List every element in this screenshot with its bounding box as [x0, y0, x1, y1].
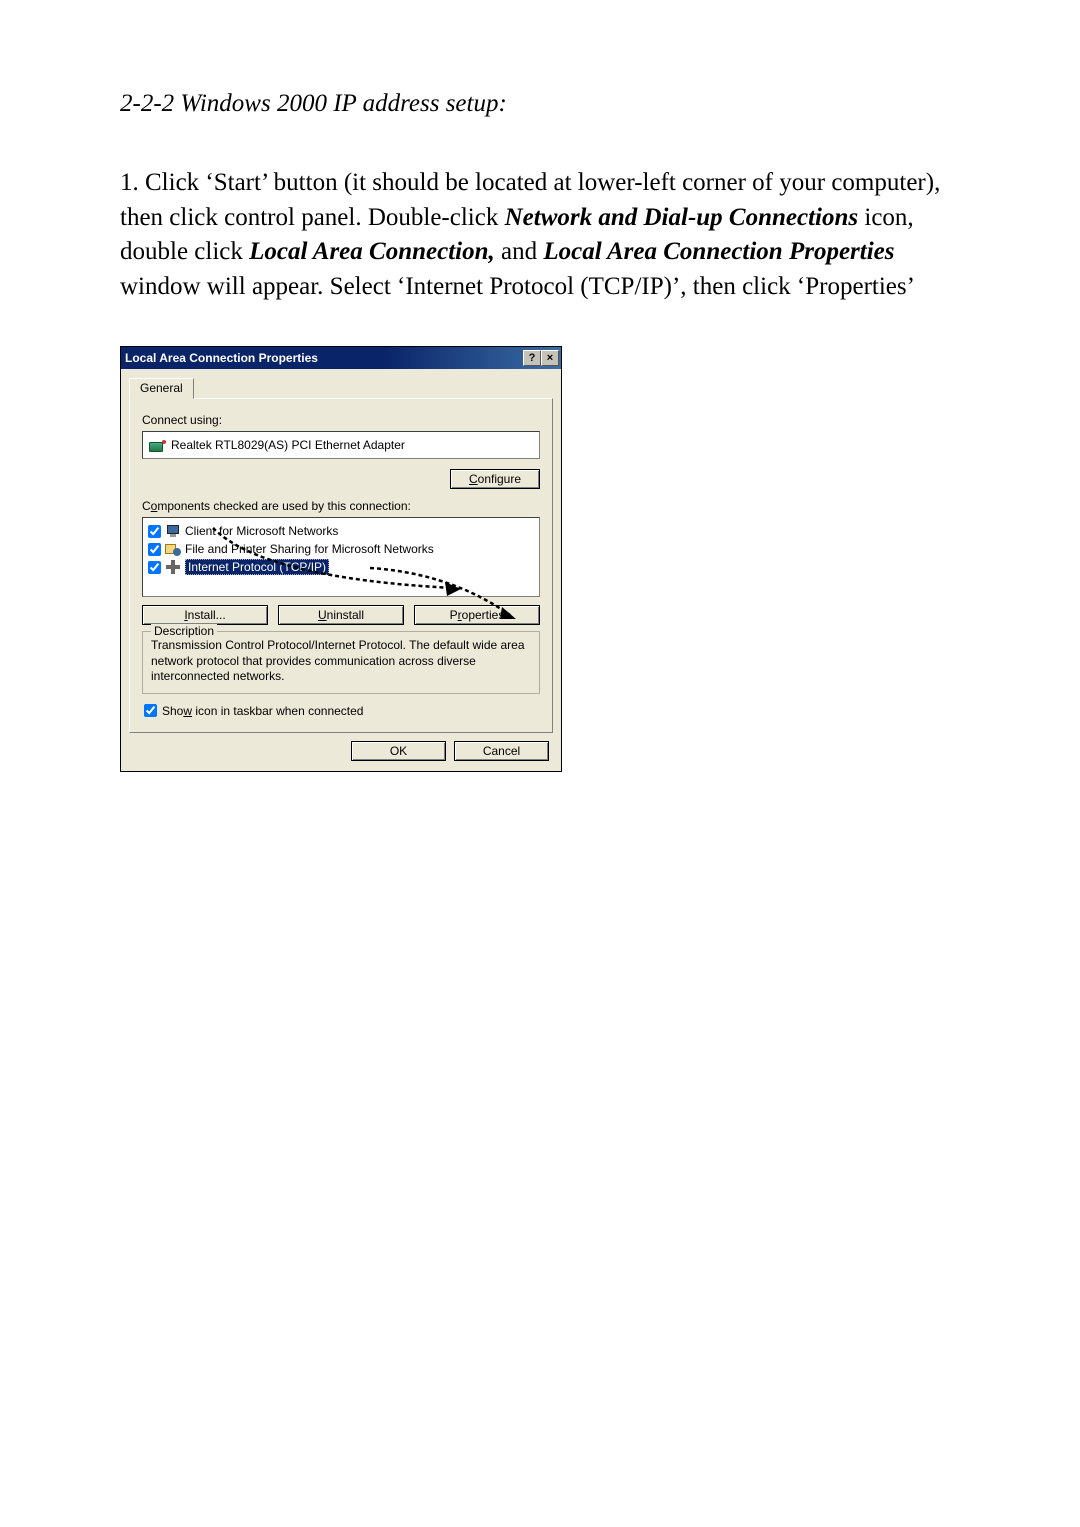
description-legend: Description: [151, 624, 217, 638]
tab-general[interactable]: General: [129, 378, 194, 399]
description-text: Transmission Control Protocol/Internet P…: [151, 638, 531, 685]
instruction-bold-1: Network and Dial-up Connections: [505, 204, 859, 231]
adapter-name: Realtek RTL8029(AS) PCI Ethernet Adapter: [171, 438, 405, 452]
properties-button[interactable]: Properties: [414, 605, 540, 625]
instruction-paragraph: 1. Click ‘Start’ button (it should be lo…: [120, 166, 960, 304]
component-label-fileshare: File and Printer Sharing for Microsoft N…: [185, 542, 434, 556]
instruction-text-4: window will appear. Select ‘Internet Pro…: [120, 273, 915, 300]
connect-using-label: Connect using:: [142, 413, 540, 427]
component-label-tcpip: Internet Protocol (TCP/IP): [185, 559, 329, 575]
titlebar[interactable]: Local Area Connection Properties ? ×: [121, 347, 561, 369]
help-button[interactable]: ?: [523, 350, 541, 366]
ok-button[interactable]: OK: [351, 741, 446, 761]
dialog-window: Local Area Connection Properties ? × Gen…: [120, 346, 562, 772]
monitor-icon: [165, 523, 181, 539]
component-item-tcpip[interactable]: Internet Protocol (TCP/IP): [146, 558, 536, 576]
uninstall-button[interactable]: Uninstall: [278, 605, 404, 625]
install-button[interactable]: Install...: [142, 605, 268, 625]
cancel-button[interactable]: Cancel: [454, 741, 549, 761]
dialog-title: Local Area Connection Properties: [125, 351, 318, 365]
share-icon: [165, 541, 181, 557]
checkbox-tcpip[interactable]: [148, 561, 161, 574]
checkbox-fileshare[interactable]: [148, 543, 161, 556]
description-fieldset: Description Transmission Control Protoco…: [142, 631, 540, 694]
instruction-bold-2: Local Area Connection,: [249, 238, 495, 265]
adapter-field: Realtek RTL8029(AS) PCI Ethernet Adapter: [142, 431, 540, 459]
nic-icon: [149, 438, 165, 452]
checkbox-client[interactable]: [148, 525, 161, 538]
component-label-client: Client for Microsoft Networks: [185, 524, 338, 538]
instruction-bold-3: Local Area Connection Properties: [543, 238, 894, 265]
show-icon-label: Show icon in taskbar when connected: [162, 704, 363, 718]
tab-panel-general: Connect using: Realtek RTL8029(AS) PCI E…: [129, 398, 553, 733]
dialog-body: General Connect using: Realtek RTL8029(A…: [121, 369, 561, 771]
close-button[interactable]: ×: [541, 350, 559, 366]
section-heading: 2-2-2 Windows 2000 IP address setup:: [120, 90, 960, 118]
component-item-client[interactable]: Client for Microsoft Networks: [146, 522, 536, 540]
show-icon-checkbox[interactable]: [144, 704, 157, 717]
component-item-fileshare[interactable]: File and Printer Sharing for Microsoft N…: [146, 540, 536, 558]
components-listbox[interactable]: Client for Microsoft Networks File and P…: [142, 517, 540, 597]
show-icon-row[interactable]: Show icon in taskbar when connected: [144, 704, 540, 718]
network-icon: [165, 559, 181, 575]
instruction-text-3: and: [501, 238, 543, 265]
configure-button[interactable]: CConfigureonfigure: [450, 469, 540, 489]
components-label: Components checked are used by this conn…: [142, 499, 540, 513]
configure-underline: C: [469, 472, 478, 486]
